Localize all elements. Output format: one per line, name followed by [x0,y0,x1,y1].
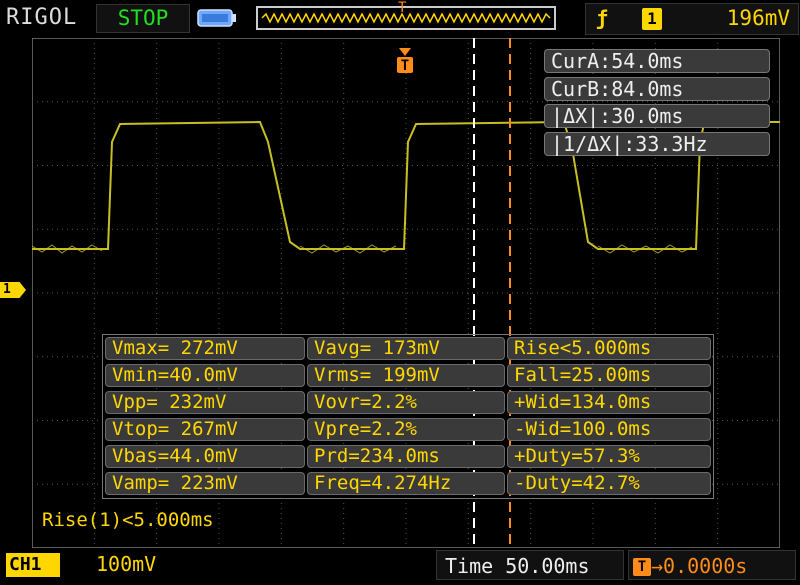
meas-neg-duty: -Duty=42.7% [507,472,711,495]
meas-vovr: Vovr=2.2% [307,391,505,414]
delta-x-readout: |ΔX|:30.0ms [544,104,770,128]
trigger-time-marker: T [397,48,413,74]
rising-edge-icon: ƒ [596,6,609,30]
meas-period: Prd=234.0ms [307,445,505,468]
trigger-position-marker: T [398,0,407,16]
timebase-readout[interactable]: Time 50.00ms [436,550,624,580]
ch1-offset-marker[interactable]: 1 [0,282,26,298]
meas-vbase: Vbas=44.0mV [105,445,305,468]
inverse-delta-x-readout: |1/ΔX|:33.3Hz [544,132,770,156]
meas-vrms: Vrms= 199mV [307,364,505,387]
trigger-offset-icon: T [633,558,651,576]
meas-frequency: Freq=4.274Hz [307,472,505,495]
brand-logo: RIGOL [6,5,78,30]
meas-vpre: Vpre=2.2% [307,418,505,441]
run-stop-button[interactable]: STOP [96,4,190,33]
measurement-table: Vmax= 272mV Vavg= 173mV Rise<5.000ms Vmi… [102,334,714,499]
measurement-status: Rise(1)<5.000ms [42,509,214,531]
trigger-offset-readout[interactable]: T →0.0000s [628,550,796,580]
bottom-status-bar: CH1 100mV Time 50.00ms T →0.0000s [0,550,800,585]
meas-neg-width: -Wid=100.0ms [507,418,711,441]
channel-badge[interactable]: CH1 [6,553,60,577]
top-status-bar: RIGOL STOP T ƒ 1 196mV [0,0,800,36]
battery-icon [197,9,236,27]
meas-pos-width: +Wid=134.0ms [507,391,711,414]
meas-vavg: Vavg= 173mV [307,337,505,360]
meas-vmin: Vmin=40.0mV [105,364,305,387]
trigger-level: 196mV [726,6,790,30]
trigger-offset-value: 0.0000s [663,554,748,578]
trigger-panel[interactable]: ƒ 1 196mV [585,3,799,35]
cursor-a-readout: CurA:54.0ms [544,49,770,73]
meas-vpp: Vpp= 232mV [105,391,305,414]
meas-vtop: Vtop= 267mV [105,418,305,441]
meas-vmax: Vmax= 272mV [105,337,305,360]
trigger-time-marker-label: T [401,58,409,74]
meas-vamp: Vamp= 223mV [105,472,305,495]
channel-scale: 100mV [96,552,157,576]
meas-pos-duty: +Duty=57.3% [507,445,711,468]
trigger-source-badge: 1 [642,8,662,30]
meas-fall: Fall=25.00ms [507,364,711,387]
cursor-b-readout: CurB:84.0ms [544,77,770,101]
meas-rise: Rise<5.000ms [507,337,711,360]
